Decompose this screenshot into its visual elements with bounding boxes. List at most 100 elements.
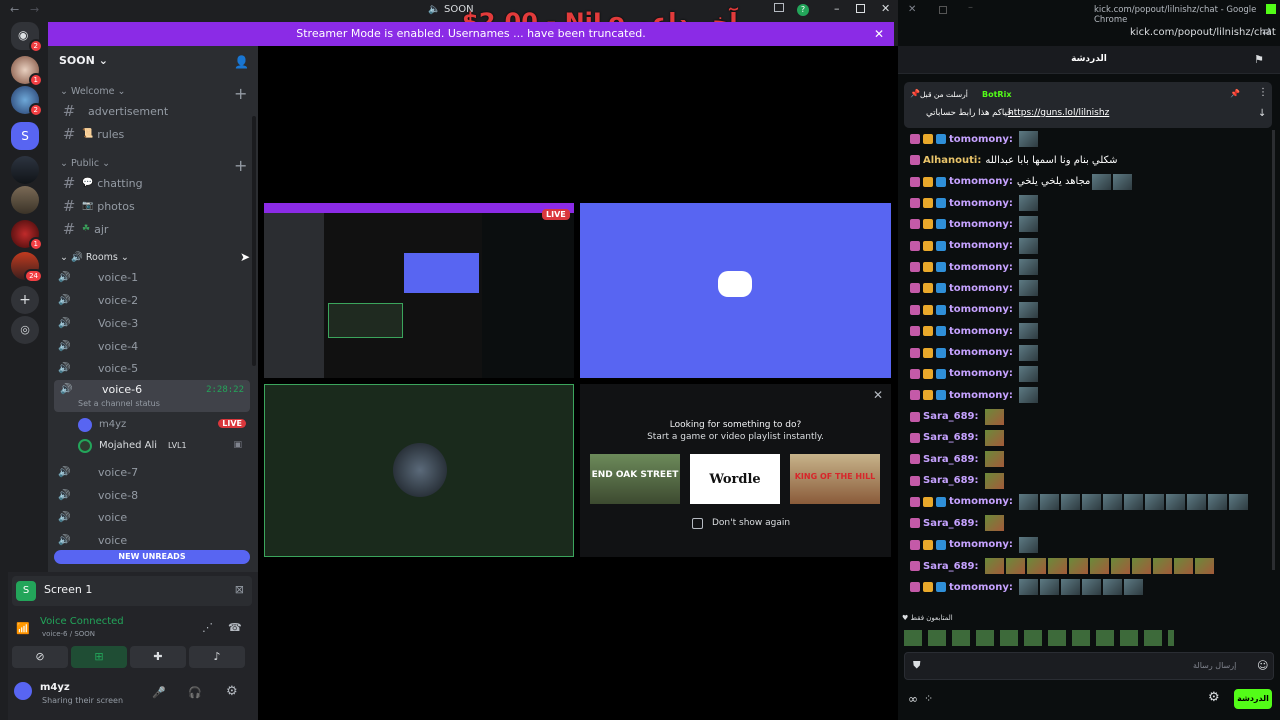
explore-icon[interactable]: ◎	[11, 316, 39, 344]
chat-username[interactable]: Sara_689:	[923, 561, 979, 572]
voice-channel[interactable]: 🔊 voice	[58, 507, 127, 527]
chat-username[interactable]: tomomony:	[949, 368, 1013, 379]
minimize-icon[interactable]: –	[968, 2, 973, 13]
channel-chatting[interactable]: # 💬 chatting	[60, 173, 143, 193]
chat-username[interactable]: Sara_689:	[923, 411, 979, 422]
chat-message[interactable]: tomomony:	[910, 301, 1038, 319]
gift-icon[interactable]: ⚑	[1254, 53, 1264, 66]
chat-message[interactable]: tomomony:	[910, 279, 1038, 297]
voice-channel[interactable]: 🔊 voice-2	[58, 290, 138, 310]
chat-username[interactable]: tomomony:	[949, 496, 1013, 507]
voice-channel[interactable]: 🔊 voice-4	[58, 336, 138, 356]
microphone-icon[interactable]: 🎤	[152, 686, 166, 699]
close-icon[interactable]: ✕	[873, 388, 883, 402]
voice-member[interactable]: Mojahed Ali LVL1 ▣	[78, 437, 246, 455]
minimize-icon[interactable]: –	[834, 2, 840, 15]
share-icon[interactable]: ⁘	[924, 692, 933, 705]
chat-send-button[interactable]: الدردشة	[1234, 689, 1272, 709]
chat-message[interactable]: tomomony:	[910, 258, 1038, 276]
url-bar[interactable]: kick.com/popout/lilnishz/chat ⇄	[898, 22, 1280, 44]
maximize-icon[interactable]	[856, 4, 865, 13]
site-settings-icon[interactable]: ⇄	[1262, 25, 1271, 38]
chat-message[interactable]: tomomony:	[910, 237, 1038, 255]
server-icon-2[interactable]: 2	[11, 86, 43, 117]
back-icon[interactable]: ←	[10, 3, 19, 16]
server-icon-1[interactable]: 1	[11, 56, 43, 87]
voice-channel[interactable]: 🔊 voice-1	[58, 267, 138, 287]
server-icon-4[interactable]	[11, 186, 39, 214]
chat-message[interactable]: tomomony:	[910, 536, 1038, 554]
voice-member[interactable]: m4yz LIVE	[78, 416, 246, 434]
voice-channel[interactable]: 🔊 Voice-3	[58, 313, 138, 333]
chat-username[interactable]: tomomony:	[949, 134, 1013, 145]
screen-share-panel[interactable]: S Screen 1 ⊠	[12, 576, 252, 606]
stop-stream-icon[interactable]: ⊠	[235, 583, 244, 596]
new-unreads-pill[interactable]: NEW UNREADS	[54, 550, 250, 564]
chat-username[interactable]: Sara_689:	[923, 454, 979, 465]
pinned-link[interactable]: https://guns.lol/lilnishz	[1008, 108, 1109, 118]
chevron-down-icon[interactable]: ↓	[1258, 108, 1266, 119]
server-icon-5[interactable]: 1	[11, 220, 43, 251]
close-icon[interactable]: ✕	[908, 4, 916, 15]
chat-message[interactable]: tomomony:	[910, 215, 1038, 233]
chat-input[interactable]: ⛊ إرسال رسالة ☺	[904, 652, 1274, 680]
chat-message[interactable]: Sara_689:	[910, 472, 1004, 490]
headphones-icon[interactable]: 🎧	[188, 686, 202, 699]
forward-icon[interactable]: →	[30, 3, 39, 16]
chat-message[interactable]: tomomony: مجاهد يلخي يلخي	[910, 173, 1133, 191]
chat-message[interactable]: tomomony:	[910, 578, 1143, 596]
user-video-tile[interactable]	[264, 384, 574, 557]
chat-username[interactable]: Sara_689:	[923, 475, 979, 486]
chat-username[interactable]: Sara_689:	[923, 432, 979, 443]
create-channel-icon[interactable]: +	[234, 84, 247, 103]
emote-picker-icon[interactable]: ⛊	[913, 660, 921, 671]
chat-message[interactable]: Sara_689:	[910, 557, 1214, 575]
emote-row[interactable]	[904, 630, 1174, 646]
chat-username[interactable]: tomomony:	[949, 219, 1013, 230]
pin-icon[interactable]: 📌	[1230, 89, 1240, 98]
chat-message[interactable]: tomomony:	[910, 386, 1038, 404]
tab-icon[interactable]	[939, 6, 947, 14]
help-icon[interactable]: ?	[797, 4, 809, 16]
voice-channel[interactable]: 🔊 voice-8	[58, 485, 138, 505]
camera-off-button[interactable]: ⊘	[12, 646, 68, 668]
chat-message[interactable]: tomomony:	[910, 493, 1248, 511]
disconnect-icon[interactable]: ☎	[228, 621, 242, 634]
game-card[interactable]: END OAK STREET	[590, 454, 680, 504]
chat-message[interactable]: Sara_689:	[910, 514, 1004, 532]
chat-message[interactable]: tomomony:	[910, 365, 1038, 383]
chat-message[interactable]: Sara_689:	[910, 408, 1004, 426]
signal-icon[interactable]: 📶	[16, 622, 30, 635]
chat-username[interactable]: Sara_689:	[923, 518, 979, 529]
game-card[interactable]: KING OF THE HILL	[790, 454, 880, 504]
chat-message[interactable]: tomomony:	[910, 194, 1038, 212]
active-voice-channel[interactable]: 🔊 voice-6 2:28:22 Set a channel status	[54, 380, 250, 412]
chat-username[interactable]: Alhanouti:	[923, 155, 981, 166]
stream-tile-discord[interactable]	[580, 203, 891, 378]
chat-scrollbar[interactable]	[1272, 130, 1275, 570]
game-card[interactable]: Wordle	[690, 454, 780, 504]
category-public[interactable]: ⌄ Public ⌄	[60, 158, 110, 169]
dont-show-checkbox[interactable]	[692, 518, 703, 529]
create-channel-icon[interactable]: +	[234, 156, 247, 175]
avatar[interactable]	[14, 682, 32, 700]
voice-channel[interactable]: 🔊 voice-5	[58, 358, 138, 378]
channel-ajr[interactable]: # ☘ ajr	[60, 219, 109, 239]
chat-username[interactable]: tomomony:	[949, 176, 1013, 187]
chat-username[interactable]: tomomony:	[949, 262, 1013, 273]
banner-close-icon[interactable]: ✕	[874, 22, 884, 46]
channel-rules[interactable]: # 📜 rules	[60, 124, 125, 144]
voice-channel[interactable]: 🔊 voice-7	[58, 462, 138, 482]
more-icon[interactable]: ⋮	[1258, 87, 1268, 98]
activities-button[interactable]: ✚	[130, 646, 186, 668]
emoji-icon[interactable]: ☺	[1257, 659, 1268, 672]
gear-icon[interactable]: ⚙	[1208, 690, 1220, 705]
invite-people-icon[interactable]: 👤	[234, 55, 249, 69]
home-icon[interactable]: ◉ 2	[11, 22, 43, 53]
channel-scrollbar[interactable]	[252, 116, 256, 366]
channel-advertisement[interactable]: # advertisement	[60, 101, 168, 121]
chat-message[interactable]: tomomony:	[910, 130, 1038, 148]
chat-username[interactable]: tomomony:	[949, 582, 1013, 593]
category-welcome[interactable]: ⌄ Welcome ⌄	[60, 86, 125, 97]
category-rooms[interactable]: ⌄ 🔊 Rooms ⌄	[60, 252, 129, 263]
